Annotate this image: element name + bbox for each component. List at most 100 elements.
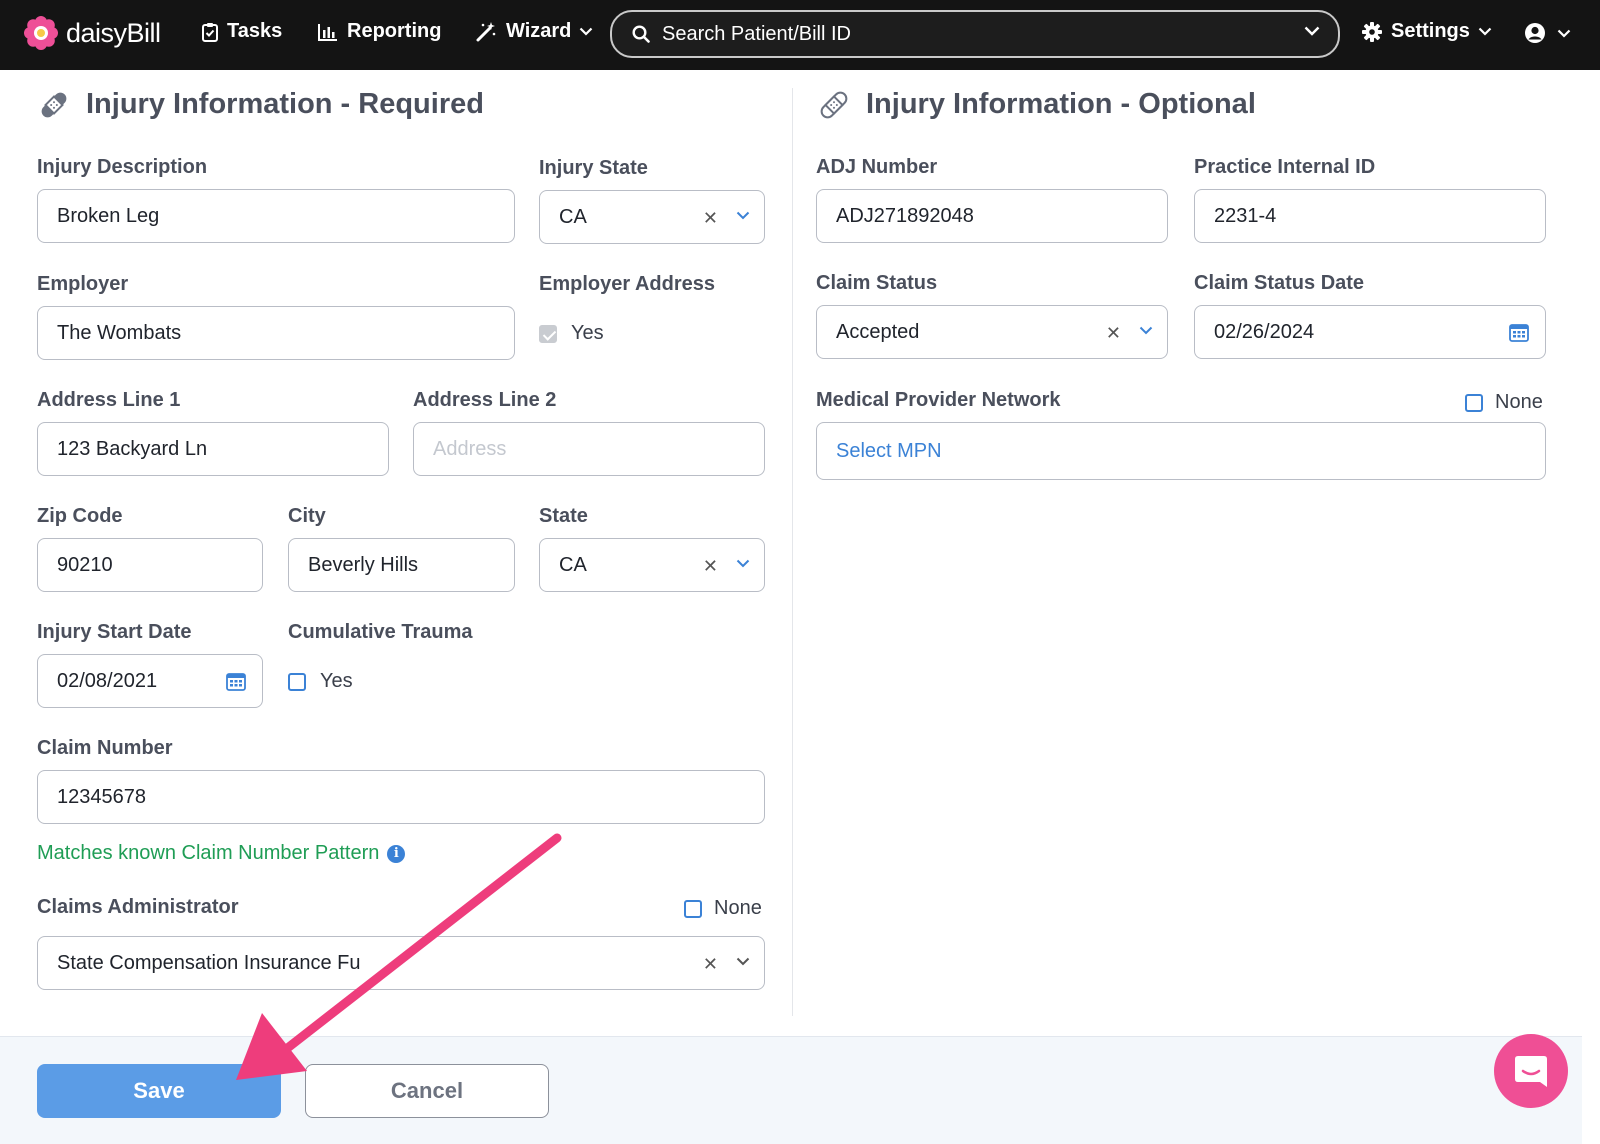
chat-launcher-button[interactable] [1494,1034,1568,1108]
chevron-down-icon [580,27,593,36]
clear-x-icon[interactable]: ✕ [1106,323,1121,344]
employer-field[interactable] [37,306,515,360]
employer-address-checkbox[interactable]: Yes [539,322,604,345]
bandage-icon [41,92,67,117]
employer-input[interactable] [57,321,514,345]
page-scrollbar[interactable] [1582,70,1600,1144]
clear-x-icon[interactable]: ✕ [703,208,718,229]
mpn-label: Medical Provider Network [816,389,1061,411]
chat-bubble-icon [1515,1056,1547,1087]
optional-title-text: Injury Information - Optional [866,88,1256,120]
nav-reporting[interactable]: Reporting [318,20,441,43]
magic-wand-icon [476,21,496,41]
calendar-icon[interactable] [1509,322,1529,342]
daisybill-logo[interactable]: daisyBill [24,16,161,50]
checkbox-empty-icon[interactable] [288,672,306,691]
claims-administrator-label: Claims Administrator [37,896,239,918]
user-circle-icon [1525,23,1545,43]
save-button[interactable]: Save [37,1064,281,1118]
chevron-down-icon[interactable] [1304,26,1320,36]
injury-state-value: CA [559,205,587,228]
claim-number-input[interactable] [57,785,764,809]
required-title-text: Injury Information - Required [86,88,484,120]
user-account-menu[interactable] [1524,22,1571,44]
chevron-down-icon [1557,29,1571,38]
nav-wizard-label: Wizard [506,20,572,42]
checkbox-empty-icon[interactable] [684,899,702,918]
clipboard-check-icon [202,22,218,42]
city-input[interactable] [308,553,514,577]
nav-wizard[interactable]: Wizard [475,20,593,43]
nav-reporting-label: Reporting [347,20,442,42]
state-value: CA [559,553,587,576]
chevron-down-icon[interactable] [1139,326,1153,335]
bar-chart-icon [318,23,337,41]
nav-settings[interactable]: Settings [1362,20,1492,43]
search-input[interactable] [662,22,1282,46]
injury-state-select[interactable]: CA ✕ [539,190,765,244]
city-field[interactable] [288,538,515,592]
injury-description-input[interactable] [57,204,514,228]
chevron-down-icon[interactable] [736,957,750,966]
top-navigation-bar: daisyBill Tasks Reporting Wizard Setting… [0,0,1600,70]
injury-start-date-field[interactable] [37,654,263,708]
claims-administrator-select[interactable]: State Compensation Insurance Fu ✕ [37,936,765,990]
zip-code-field[interactable] [37,538,263,592]
chevron-down-icon [1478,27,1492,36]
state-select[interactable]: CA ✕ [539,538,765,592]
optional-section-title: Injury Information - Optional [818,88,1256,121]
claim-status-select[interactable]: Accepted ✕ [816,305,1168,359]
mpn-none-label: None [1495,391,1543,413]
claim-number-field[interactable] [37,770,765,824]
claim-status-date-label: Claim Status Date [1194,272,1365,294]
claim-status-date-input[interactable] [1214,320,1545,344]
claims-administrator-none-label: None [714,897,762,919]
claim-status-date-field[interactable] [1194,305,1546,359]
claim-status-label: Claim Status [816,272,938,294]
clear-x-icon[interactable]: ✕ [703,556,718,577]
nav-tasks[interactable]: Tasks [202,20,282,43]
chevron-down-icon[interactable] [736,559,750,568]
checkbox-empty-icon[interactable] [1465,393,1483,412]
address-line-1-label: Address Line 1 [37,389,181,411]
adj-number-field[interactable] [816,189,1168,243]
mpn-select[interactable]: Select MPN [816,422,1546,480]
required-section-title: Injury Information - Required [38,88,484,121]
address-line-1-input[interactable] [57,437,388,461]
chevron-down-icon[interactable] [736,211,750,220]
claims-administrator-none-checkbox[interactable]: None [684,897,762,920]
claim-number-match-hint: Matches known Claim Number Pattern i [37,842,406,865]
injury-description-label: Injury Description [37,156,208,178]
practice-internal-id-field[interactable] [1194,189,1546,243]
bandage-icon [820,91,848,118]
checkbox-checked-icon[interactable] [539,324,557,343]
clear-x-icon[interactable]: ✕ [703,954,718,975]
cumulative-trauma-label: Cumulative Trauma [288,621,473,643]
injury-description-field[interactable] [37,189,515,243]
nav-settings-label: Settings [1391,20,1470,42]
cumulative-trauma-checkbox[interactable]: Yes [288,670,353,693]
claim-status-value: Accepted [836,320,920,343]
brand-name: daisyBill [66,17,161,48]
cumulative-trauma-option: Yes [320,670,353,692]
column-divider [792,88,793,1016]
claims-administrator-value: State Compensation Insurance Fu [57,951,361,974]
search-icon [632,25,650,43]
practice-internal-id-input[interactable] [1214,204,1545,228]
calendar-icon[interactable] [226,671,246,691]
claim-hint-text: Matches known Claim Number Pattern [37,842,380,864]
employer-address-option: Yes [571,322,604,344]
gear-icon [1362,21,1382,42]
patient-bill-search[interactable] [610,10,1340,58]
zip-code-input[interactable] [57,553,262,577]
adj-number-input[interactable] [836,204,1167,228]
info-icon[interactable]: i [387,844,406,863]
injury-state-label: Injury State [539,157,648,179]
cancel-button[interactable]: Cancel [305,1064,549,1118]
address-line-2-input[interactable] [433,437,764,461]
mpn-placeholder: Select MPN [836,439,942,462]
address-line-1-field[interactable] [37,422,389,476]
mpn-none-checkbox[interactable]: None [1465,391,1543,414]
injury-start-date-label: Injury Start Date [37,621,192,643]
address-line-2-field[interactable] [413,422,765,476]
